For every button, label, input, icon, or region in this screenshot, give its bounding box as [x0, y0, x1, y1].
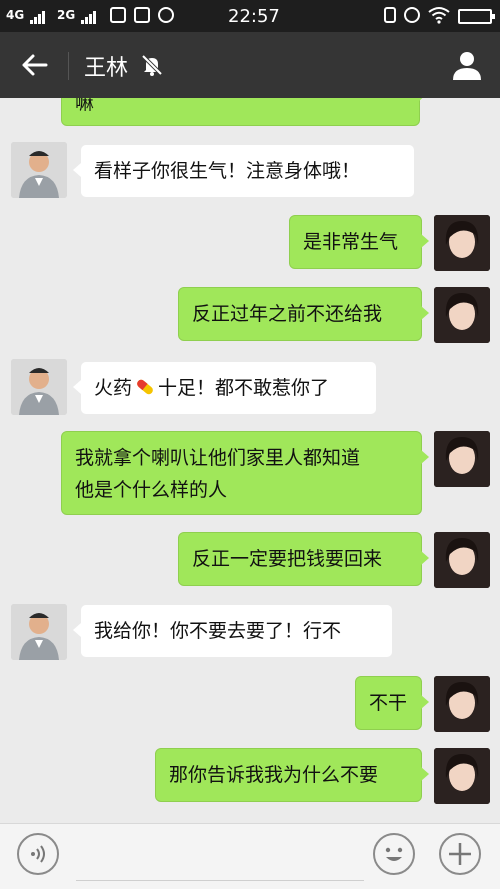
- message-bubble[interactable]: 我给你！你不要去要了！行不: [73, 604, 393, 658]
- message-bubble[interactable]: 我就拿个喇叭让他们家里人都知道 他是个什么样的人: [61, 431, 429, 515]
- screenshot-icon: [134, 7, 150, 23]
- plus-icon[interactable]: [439, 833, 481, 875]
- charging-icon: [384, 7, 396, 23]
- message-text-line: 他是个什么样的人: [75, 479, 228, 501]
- my-avatar[interactable]: [434, 532, 490, 588]
- status-bar: 4G 2G 22:57: [0, 0, 500, 32]
- message-bubble[interactable]: 不干: [355, 676, 429, 730]
- contact-avatar[interactable]: [11, 142, 67, 198]
- message-text: 十足！都不敢惹你了: [158, 377, 330, 399]
- message-bubble[interactable]: 看样子你很生气！注意身体哦！: [73, 144, 415, 198]
- signal-bars-icon: [81, 9, 97, 24]
- my-avatar[interactable]: [434, 431, 490, 487]
- contact-name: 王林: [84, 56, 129, 81]
- battery-icon: [458, 9, 495, 24]
- message-bubble[interactable]: 嘛: [61, 98, 427, 126]
- alarm-icon: [404, 7, 420, 23]
- wifi-icon: [428, 7, 450, 24]
- input-bar: [0, 823, 500, 889]
- arrow-left-icon[interactable]: [20, 50, 50, 80]
- clock: 22:57: [228, 6, 280, 27]
- pill-emoji-icon: [137, 379, 153, 395]
- signal-bars-icon: [30, 9, 46, 24]
- my-avatar[interactable]: [434, 215, 490, 271]
- my-avatar[interactable]: [434, 748, 490, 804]
- message-list[interactable]: 嘛 看样子你很生气！注意身体哦！ 是非常生气 反正过年之前不还给我 火药 十足！都…: [0, 98, 500, 823]
- my-avatar[interactable]: [434, 287, 490, 343]
- bell-muted-icon: [141, 54, 163, 76]
- person-icon[interactable]: [450, 48, 484, 82]
- message-text: 火药: [94, 377, 133, 399]
- app-notification-icon: [110, 7, 126, 23]
- alarm-icon: [158, 7, 174, 23]
- message-input[interactable]: [76, 838, 364, 881]
- message-bubble[interactable]: 那你告诉我我为什么不要: [155, 748, 429, 802]
- message-bubble[interactable]: 反正过年之前不还给我: [178, 287, 429, 341]
- network-2g-label: 2G: [57, 8, 76, 22]
- message-text-line: 我就拿个喇叭让他们家里人都知道: [75, 447, 361, 469]
- contact-avatar[interactable]: [11, 604, 67, 660]
- message-bubble[interactable]: 是非常生气: [289, 215, 429, 269]
- message-bubble[interactable]: 火药 十足！都不敢惹你了: [73, 361, 377, 415]
- my-avatar[interactable]: [434, 676, 490, 732]
- chat-header: 王林: [0, 32, 500, 98]
- header-divider: [68, 52, 69, 80]
- smiley-icon[interactable]: [373, 833, 415, 875]
- voice-icon[interactable]: [17, 833, 59, 875]
- message-bubble[interactable]: 反正一定要把钱要回来: [178, 532, 429, 586]
- network-4g-label: 4G: [6, 8, 25, 22]
- contact-avatar[interactable]: [11, 359, 67, 415]
